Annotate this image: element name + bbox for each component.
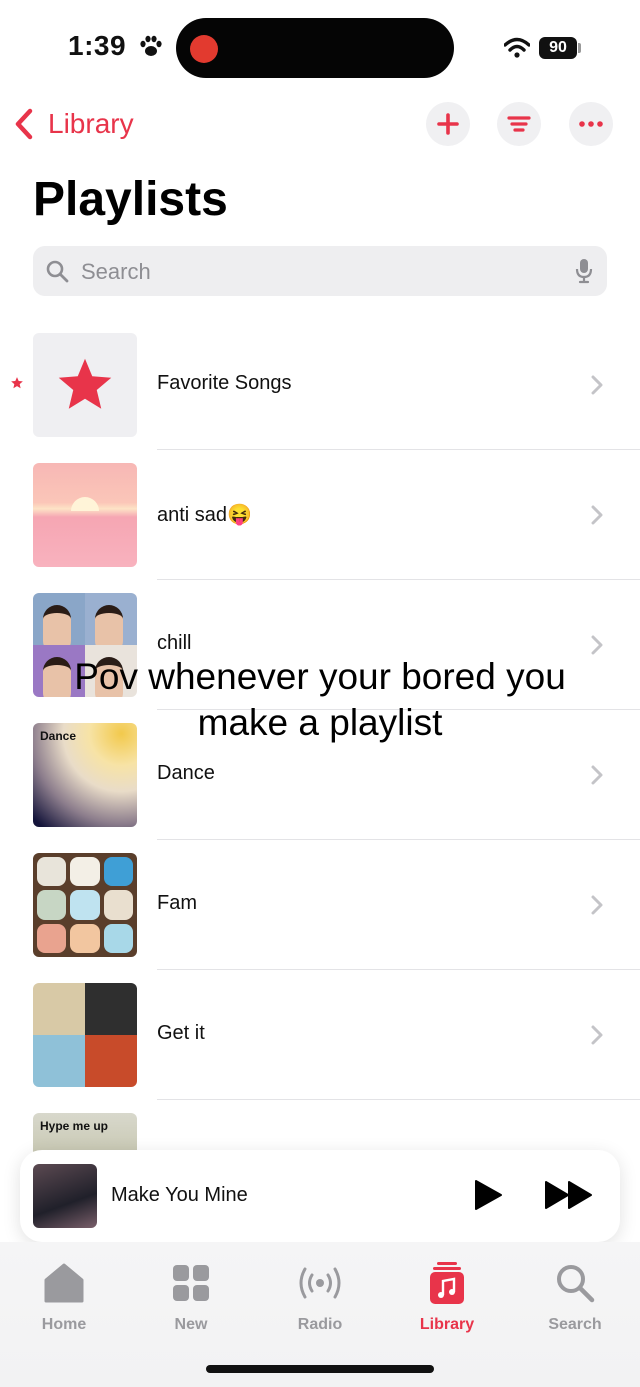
- tab-home[interactable]: Home: [14, 1262, 114, 1334]
- star-icon: [58, 358, 112, 409]
- home-icon: [44, 1263, 84, 1303]
- playlist-artwork: [33, 463, 137, 567]
- tab-search[interactable]: Search: [525, 1262, 625, 1334]
- status-time: 1:39: [68, 30, 127, 61]
- playlist-artwork: [33, 853, 137, 957]
- playlist-label: chill: [157, 632, 192, 654]
- sort-lines-icon: [507, 116, 531, 132]
- playlist-artwork: [33, 983, 137, 1087]
- playlist-list: Favorite Songs anti sad😝 chill Dance Dan…: [0, 332, 640, 1242]
- recording-indicator: [190, 35, 218, 63]
- more-button[interactable]: [569, 102, 613, 146]
- back-button[interactable]: Library: [14, 104, 134, 144]
- wifi-icon: [504, 37, 530, 58]
- add-button[interactable]: [426, 102, 470, 146]
- playlist-artwork: Hype me up: [33, 1113, 137, 1153]
- video-caption-line-1: Pov whenever your bored you: [74, 656, 566, 697]
- radio-icon: [299, 1267, 341, 1299]
- tab-label: Search: [548, 1316, 602, 1333]
- chevron-right-icon: [591, 895, 603, 915]
- plus-icon: [437, 113, 459, 135]
- fast-forward-icon[interactable]: [544, 1180, 594, 1210]
- search-icon: [557, 1265, 595, 1303]
- row-divider: [157, 969, 640, 970]
- row-divider: [157, 1099, 640, 1100]
- page-title: Playlists: [33, 173, 228, 226]
- row-divider: [157, 839, 640, 840]
- tab-label: New: [174, 1316, 208, 1333]
- play-icon[interactable]: [472, 1178, 504, 1212]
- playlist-row-get-it[interactable]: Get it: [0, 982, 640, 1112]
- chevron-left-icon: [15, 108, 33, 140]
- search-icon: [46, 260, 69, 283]
- battery-nub: [578, 43, 581, 53]
- playlist-label: Get it: [157, 1022, 205, 1044]
- favorite-marker-icon: [11, 377, 23, 389]
- video-caption-line-2: make a playlist: [197, 702, 443, 743]
- row-divider: [157, 449, 640, 450]
- playlist-label: Dance: [157, 762, 215, 784]
- artwork-text: Hype me up: [40, 1119, 109, 1133]
- tab-label: Library: [419, 1316, 475, 1333]
- playlist-label: Favorite Songs: [157, 372, 292, 394]
- tab-new[interactable]: New: [141, 1262, 241, 1334]
- playlist-row-anti-sad[interactable]: anti sad😝: [0, 462, 640, 592]
- microphone-icon[interactable]: [575, 258, 593, 284]
- ellipsis-icon: [579, 121, 603, 127]
- mini-player[interactable]: Make You Mine: [20, 1150, 620, 1242]
- row-divider: [157, 579, 640, 580]
- playlist-label: Fam: [157, 892, 197, 914]
- search-input[interactable]: [79, 254, 563, 290]
- playlist-artwork: [33, 333, 137, 437]
- chevron-right-icon: [591, 505, 603, 525]
- status-bar: 1:39 90: [0, 0, 640, 100]
- back-label: Library: [48, 108, 134, 139]
- now-playing-artwork: [33, 1164, 97, 1228]
- library-icon: [430, 1262, 464, 1304]
- tab-library[interactable]: Library: [397, 1262, 497, 1334]
- battery-indicator: 90: [539, 37, 577, 59]
- playlist-label: anti sad😝: [157, 504, 252, 526]
- grid-icon: [173, 1265, 209, 1301]
- tab-label: Radio: [297, 1316, 343, 1333]
- chevron-right-icon: [591, 375, 603, 395]
- search-bar[interactable]: [33, 246, 607, 296]
- home-indicator[interactable]: [206, 1365, 434, 1373]
- tab-radio[interactable]: Radio: [270, 1262, 370, 1334]
- playlist-row-favorite-songs[interactable]: Favorite Songs: [0, 332, 640, 462]
- chevron-right-icon: [591, 765, 603, 785]
- sort-button[interactable]: [497, 102, 541, 146]
- chevron-right-icon: [591, 635, 603, 655]
- playlist-row-fam[interactable]: Fam: [0, 852, 640, 982]
- chevron-right-icon: [591, 1025, 603, 1045]
- paw-icon: [140, 35, 162, 56]
- now-playing-title: Make You Mine: [111, 1184, 248, 1206]
- tab-label: Home: [41, 1316, 87, 1333]
